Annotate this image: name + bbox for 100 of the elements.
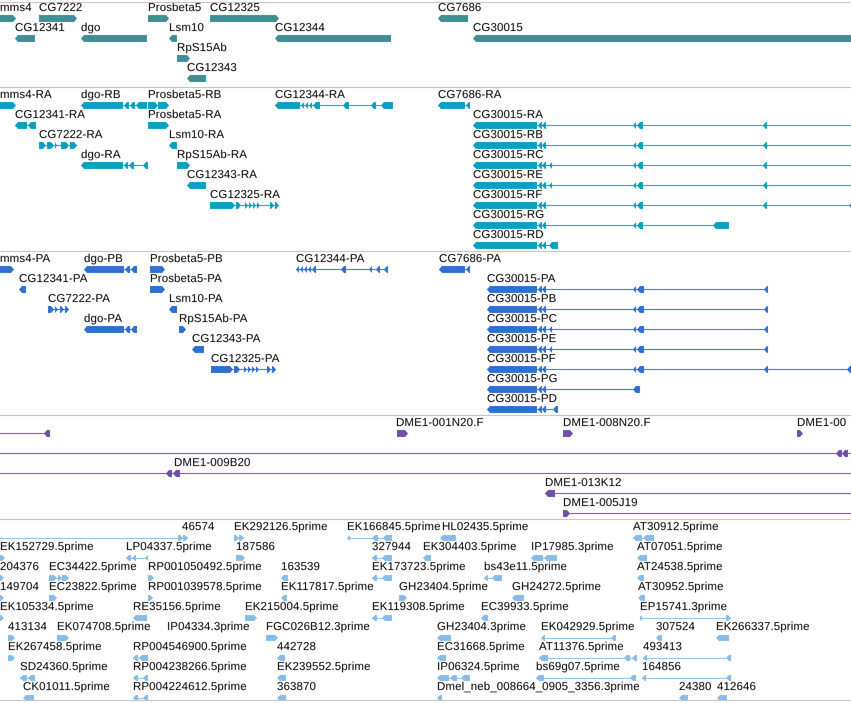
feature-glyph[interactable] (48, 306, 69, 313)
feature-label: bs43e11.5prime (484, 561, 568, 574)
feature-glyph[interactable] (487, 386, 640, 393)
feature-glyph[interactable] (210, 202, 279, 209)
feature-glyph[interactable] (192, 346, 204, 353)
feature-label: IP04334.3prime (167, 621, 250, 634)
feature-label: AT11376.5prime (539, 641, 624, 654)
feature-glyph[interactable] (473, 162, 851, 169)
feature-glyph[interactable] (0, 470, 851, 477)
feature-label: DME1-00 (797, 417, 846, 430)
feature-glyph[interactable] (473, 142, 851, 149)
feature-glyph[interactable] (563, 430, 573, 437)
feature-label: CG30015-RD (473, 229, 544, 242)
feature-label: EK105334.5prime (0, 601, 94, 614)
feature-label: Prosbeta5 (148, 3, 202, 15)
feature-glyph[interactable] (81, 162, 148, 169)
feature-glyph[interactable] (148, 102, 169, 109)
feature-glyph[interactable] (473, 222, 729, 229)
feature-label: EK267458.5prime (8, 641, 102, 654)
feature-glyph[interactable] (210, 15, 279, 22)
feature-label: AT24538.5prime (637, 561, 723, 574)
feature-label: dgo-RB (81, 89, 121, 102)
feature-label: SD24360.5prime (20, 661, 108, 674)
feature-glyph[interactable] (0, 102, 16, 109)
feature-glyph[interactable] (438, 15, 468, 22)
feature-glyph[interactable] (84, 326, 137, 333)
feature-glyph[interactable] (473, 202, 851, 209)
feature-glyph[interactable] (187, 182, 206, 189)
feature-glyph[interactable] (177, 55, 190, 62)
feature-glyph[interactable] (797, 430, 803, 437)
feature-glyph[interactable] (169, 35, 177, 42)
feature-glyph[interactable] (179, 326, 186, 333)
feature-glyph[interactable] (487, 286, 768, 293)
feature-label: 413134 (8, 621, 47, 634)
feature-label: CG7686-PA (439, 253, 502, 266)
feature-label: CG12344 (275, 22, 325, 35)
feature-glyph[interactable] (439, 266, 470, 273)
feature-glyph[interactable] (150, 266, 165, 273)
feature-glyph[interactable] (487, 346, 768, 353)
feature-glyph[interactable] (545, 490, 851, 497)
feature-glyph[interactable] (19, 286, 26, 293)
feature-glyph[interactable] (169, 306, 177, 313)
feature-glyph[interactable] (148, 122, 169, 129)
feature-glyph[interactable] (0, 430, 50, 437)
feature-glyph[interactable] (487, 326, 768, 333)
feature-label: CG30015-RG (473, 209, 544, 222)
feature-label: Lsm10-PA (169, 293, 223, 306)
feature-label: RP004546900.5prime (133, 641, 247, 654)
feature-label: 363870 (277, 681, 316, 694)
feature-glyph[interactable] (39, 142, 77, 149)
feature-label: mms4-PA (0, 253, 50, 266)
feature-label: 442728 (277, 641, 316, 654)
feature-label: bs69g07.5prime (536, 661, 620, 674)
feature-label: CG30015-PB (487, 293, 556, 306)
feature-label: 493413 (643, 641, 682, 654)
feature-label: 412646 (717, 681, 756, 694)
feature-label: CG30015-PE (487, 333, 556, 346)
feature-glyph[interactable] (0, 266, 14, 273)
feature-label: RP004224612.5prime (133, 681, 247, 694)
feature-glyph[interactable] (39, 15, 77, 22)
feature-label: Prosbeta5-RA (148, 109, 222, 122)
feature-glyph[interactable] (187, 75, 206, 82)
feature-label: Lsm10-RA (169, 129, 224, 142)
feature-glyph[interactable] (438, 102, 470, 109)
feature-label: CG30015-PC (487, 313, 558, 326)
feature-glyph[interactable] (81, 35, 147, 42)
feature-glyph[interactable] (15, 122, 36, 129)
feature-glyph[interactable] (397, 430, 408, 437)
feature-glyph[interactable] (0, 15, 16, 22)
feature-glyph[interactable] (487, 366, 851, 373)
feature-label: CG30015-RF (473, 189, 542, 202)
feature-label: CG30015-PF (487, 353, 556, 366)
feature-glyph[interactable] (473, 242, 558, 249)
feature-glyph[interactable] (296, 266, 388, 273)
feature-label: Prosbeta5-PB (150, 253, 223, 266)
feature-label: DME1-013K12 (545, 477, 622, 490)
feature-glyph[interactable] (211, 366, 276, 373)
feature-label: AT30912.5prime (633, 521, 719, 534)
feature-label: IP06324.5prime (437, 661, 520, 674)
feature-glyph[interactable] (0, 450, 851, 457)
feature-glyph[interactable] (177, 162, 190, 169)
feature-label: EK074708.5prime (57, 621, 151, 634)
feature-label: CG12341-PA (19, 273, 88, 286)
feature-glyph[interactable] (473, 182, 851, 189)
feature-glyph[interactable] (148, 15, 169, 22)
feature-glyph[interactable] (563, 510, 851, 517)
feature-glyph[interactable] (84, 266, 137, 273)
feature-label: EK266337.5prime (716, 621, 810, 634)
feature-glyph[interactable] (150, 286, 165, 293)
feature-label: EP15741.3prime (640, 601, 728, 614)
feature-glyph[interactable] (487, 406, 558, 413)
feature-glyph[interactable] (169, 142, 177, 149)
feature-label: CG7222-RA (39, 129, 103, 142)
feature-glyph[interactable] (15, 35, 35, 42)
feature-glyph[interactable] (487, 306, 768, 313)
feature-glyph[interactable] (473, 122, 851, 129)
feature-label: EC34422.5prime (49, 561, 137, 574)
feature-label: RE35156.5prime (133, 601, 221, 614)
feature-label: CG30015-PA (487, 273, 556, 286)
feature-glyph[interactable] (275, 102, 393, 109)
